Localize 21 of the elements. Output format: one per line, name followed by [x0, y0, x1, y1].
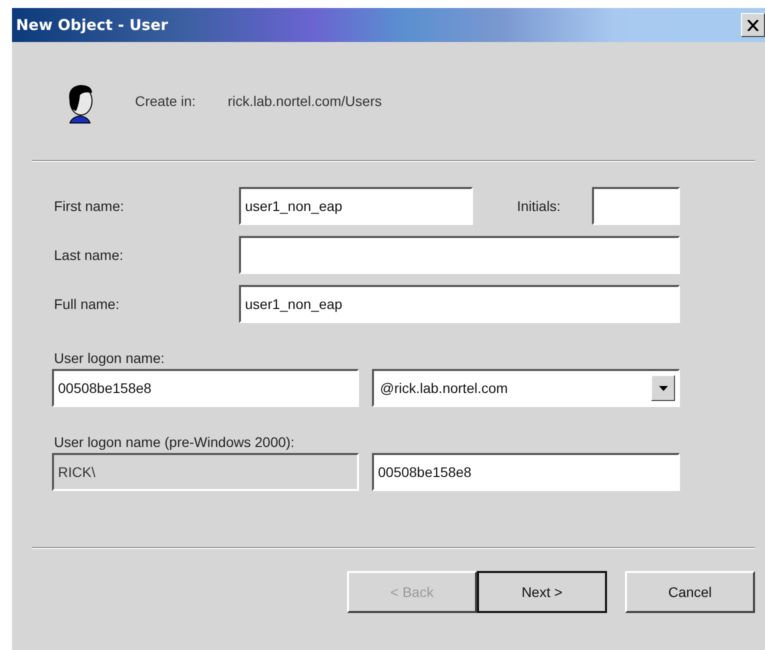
logon-name-field[interactable]: 00508be158e8 [372, 453, 680, 491]
domain-dropdown[interactable]: @rick.lab.nortel.com [372, 369, 680, 407]
name-field[interactable]: user1_non_eap [239, 285, 680, 323]
close-icon [747, 20, 759, 30]
window-title: New Object - User [16, 16, 168, 34]
field-label: First name: [54, 198, 126, 214]
name-field[interactable]: user1_non_eap [239, 187, 473, 225]
container-path: rick.lab.nortel.com/Users [228, 93, 382, 109]
field-label: Initials: [517, 198, 562, 214]
close-button[interactable] [741, 13, 765, 37]
field-label: User logon name: [53, 349, 166, 367]
create-in-label: Create in: [135, 93, 196, 109]
name-field[interactable] [239, 236, 680, 274]
dropdown-arrow-icon [658, 386, 668, 390]
field-label: Full name: [54, 296, 120, 312]
field-label: User logon name (pre-Windows 2000): [53, 433, 296, 451]
logon-name-field[interactable]: 00508be158e8 [52, 369, 359, 407]
wizard-button[interactable]: Cancel [625, 571, 755, 613]
field-label: Last name: [54, 247, 124, 263]
initials-field[interactable] [592, 187, 680, 225]
wizard-button[interactable]: Next > [477, 571, 607, 613]
